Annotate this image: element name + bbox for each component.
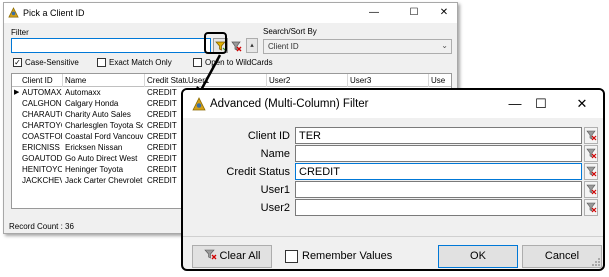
clear-all-label: Clear All: [219, 250, 261, 262]
maximize-icon[interactable]: ☐: [399, 3, 429, 23]
filter-input[interactable]: [11, 38, 211, 53]
clear-filter-icon[interactable]: [584, 163, 598, 180]
name-cell: Jack Carter Chevrolet: [65, 176, 143, 185]
window-title: Pick a Client ID: [23, 8, 85, 18]
column-header[interactable]: User1: [188, 76, 266, 85]
search-sort-value: Client ID: [268, 42, 299, 51]
name-cell: Ericksen Nissan: [65, 143, 123, 152]
callout-highlight: [204, 32, 227, 54]
checkbox-mark: [193, 58, 202, 67]
close-icon[interactable]: ✕: [559, 90, 603, 118]
maximize-icon[interactable]: ☐: [518, 90, 564, 118]
chevron-down-icon: ⌄: [441, 41, 448, 50]
title-bar: Pick a Client ID — ☐ ✕: [4, 3, 457, 23]
client-id-cell: COASTFOR: [22, 132, 62, 141]
exact-match-label: Exact Match Only: [109, 58, 172, 67]
clear-all-button[interactable]: Clear All: [192, 245, 272, 268]
column-header[interactable]: User3: [350, 76, 428, 85]
name-cell: Go Auto Direct West: [65, 154, 138, 163]
name-label: Name: [260, 148, 290, 160]
ok-button[interactable]: OK: [438, 245, 518, 268]
client-id-cell: CALGHOND: [22, 99, 62, 108]
search-sort-label: Search/Sort By: [263, 27, 317, 36]
advanced-filter-dialog: Advanced (Multi-Column) Filter — ☐ ✕ Cli…: [181, 88, 605, 271]
column-header[interactable]: Name: [65, 76, 143, 85]
client-id-cell: GOAUTODI: [22, 154, 62, 163]
clear-filter-icon[interactable]: [230, 39, 242, 53]
column-divider: [266, 74, 267, 87]
column-divider: [428, 74, 429, 87]
app-icon: [8, 7, 19, 18]
user2-field[interactable]: [295, 199, 582, 216]
column-divider: [62, 74, 63, 87]
clear-filter-icon[interactable]: [584, 145, 598, 162]
client-id-cell: CHARTOYO: [22, 121, 62, 130]
cancel-button[interactable]: Cancel: [522, 245, 602, 268]
name-cell: Heninger Toyota: [65, 165, 124, 174]
user1-label: User1: [260, 184, 290, 196]
remember-values-label: Remember Values: [302, 250, 393, 262]
dialog-title: Advanced (Multi-Column) Filter: [210, 98, 369, 110]
name-cell: Automaxx: [65, 88, 101, 97]
client-id-cell: AUTOMAXX: [22, 88, 62, 97]
checkbox-mark: [285, 250, 298, 263]
filter-label: Filter: [11, 28, 29, 37]
exact-match-checkbox[interactable]: Exact Match Only: [97, 57, 187, 69]
column-header[interactable]: Client ID: [22, 76, 62, 85]
credit-status-label: Credit Status: [226, 166, 290, 178]
client-id-cell: JACKCHEV: [22, 176, 62, 185]
credit-status-field[interactable]: CREDIT: [295, 163, 582, 180]
column-divider: [144, 74, 145, 87]
resize-grip-icon[interactable]: [591, 257, 601, 267]
name-field[interactable]: [295, 145, 582, 162]
app-icon: [192, 97, 206, 111]
wildcards-checkbox[interactable]: Open to WildCards: [193, 57, 283, 69]
column-header[interactable]: User2: [269, 76, 347, 85]
column-header[interactable]: Use: [431, 76, 451, 85]
divider: [183, 236, 603, 237]
search-sort-select[interactable]: Client ID ⌄: [263, 39, 452, 54]
user2-label: User2: [260, 202, 290, 214]
clear-filter-icon[interactable]: [584, 199, 598, 216]
column-divider: [347, 74, 348, 87]
column-header[interactable]: Credit Status: [147, 76, 188, 85]
checkbox-mark: [97, 58, 106, 67]
checkbox-mark: ✓: [13, 58, 22, 67]
clear-filter-icon[interactable]: [584, 181, 598, 198]
case-sensitive-checkbox[interactable]: ✓ Case-Sensitive: [13, 57, 93, 69]
name-cell: Coastal Ford Vancouver: [65, 132, 143, 141]
grid-header: Client ID Name Credit Status User1 User2…: [12, 74, 451, 87]
client-id-cell: ERICNISS: [22, 143, 60, 152]
client-id-label: Client ID: [247, 130, 290, 142]
client-id-cell: HENITOYO: [22, 165, 62, 174]
name-cell: Charlesglen Toyota Scio: [65, 121, 143, 130]
record-count: Record Count : 36: [9, 222, 74, 231]
search-direction-button[interactable]: ▴: [246, 38, 258, 53]
clear-filter-icon[interactable]: [584, 127, 598, 144]
minimize-icon[interactable]: —: [359, 3, 389, 23]
client-id-field[interactable]: TER: [295, 127, 582, 144]
client-id-cell: CHARAUTO: [22, 110, 62, 119]
current-row-icon: ▶: [14, 89, 20, 96]
wildcards-label: Open to WildCards: [205, 58, 273, 67]
dialog-title-bar: Advanced (Multi-Column) Filter — ☐ ✕: [183, 90, 603, 118]
name-cell: Calgary Honda: [65, 99, 119, 108]
user1-field[interactable]: [295, 181, 582, 198]
name-cell: Charity Auto Sales: [65, 110, 131, 119]
clear-filter-icon: [203, 249, 216, 260]
case-sensitive-label: Case-Sensitive: [25, 58, 79, 67]
close-icon[interactable]: ✕: [429, 3, 457, 23]
